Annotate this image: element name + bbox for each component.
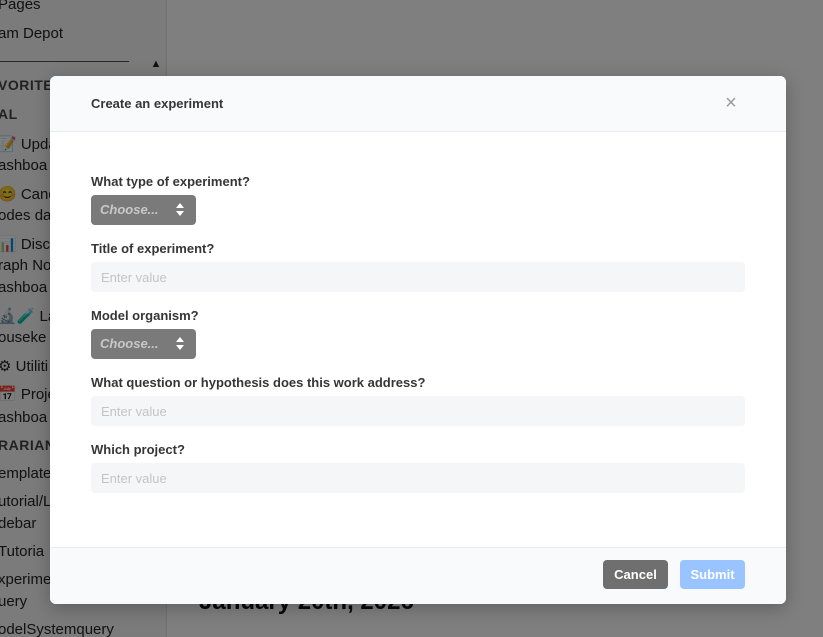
project-label: Which project? [91, 442, 185, 457]
modal-title: Create an experiment [91, 96, 224, 111]
model-organism-select[interactable]: Choose... [91, 329, 196, 359]
create-experiment-modal: Create an experiment × What type of expe… [50, 76, 786, 604]
select-arrows-icon [176, 336, 184, 352]
modal-header: Create an experiment × [50, 76, 786, 132]
modal-footer: Cancel Submit [50, 547, 786, 604]
experiment-type-select[interactable]: Choose... [91, 195, 196, 225]
experiment-title-input[interactable] [91, 262, 745, 292]
model-organism-label: Model organism? [91, 308, 199, 323]
project-input[interactable] [91, 463, 745, 493]
hypothesis-input[interactable] [91, 396, 745, 426]
experiment-title-label: Title of experiment? [91, 241, 215, 256]
hypothesis-label: What question or hypothesis does this wo… [91, 375, 426, 390]
model-organism-select-value: Choose... [100, 336, 159, 351]
submit-button[interactable]: Submit [680, 560, 745, 589]
cancel-button[interactable]: Cancel [603, 560, 668, 589]
select-arrows-icon [176, 202, 184, 218]
experiment-type-select-value: Choose... [100, 202, 159, 217]
close-icon[interactable]: × [723, 93, 739, 113]
experiment-type-label: What type of experiment? [91, 174, 250, 189]
